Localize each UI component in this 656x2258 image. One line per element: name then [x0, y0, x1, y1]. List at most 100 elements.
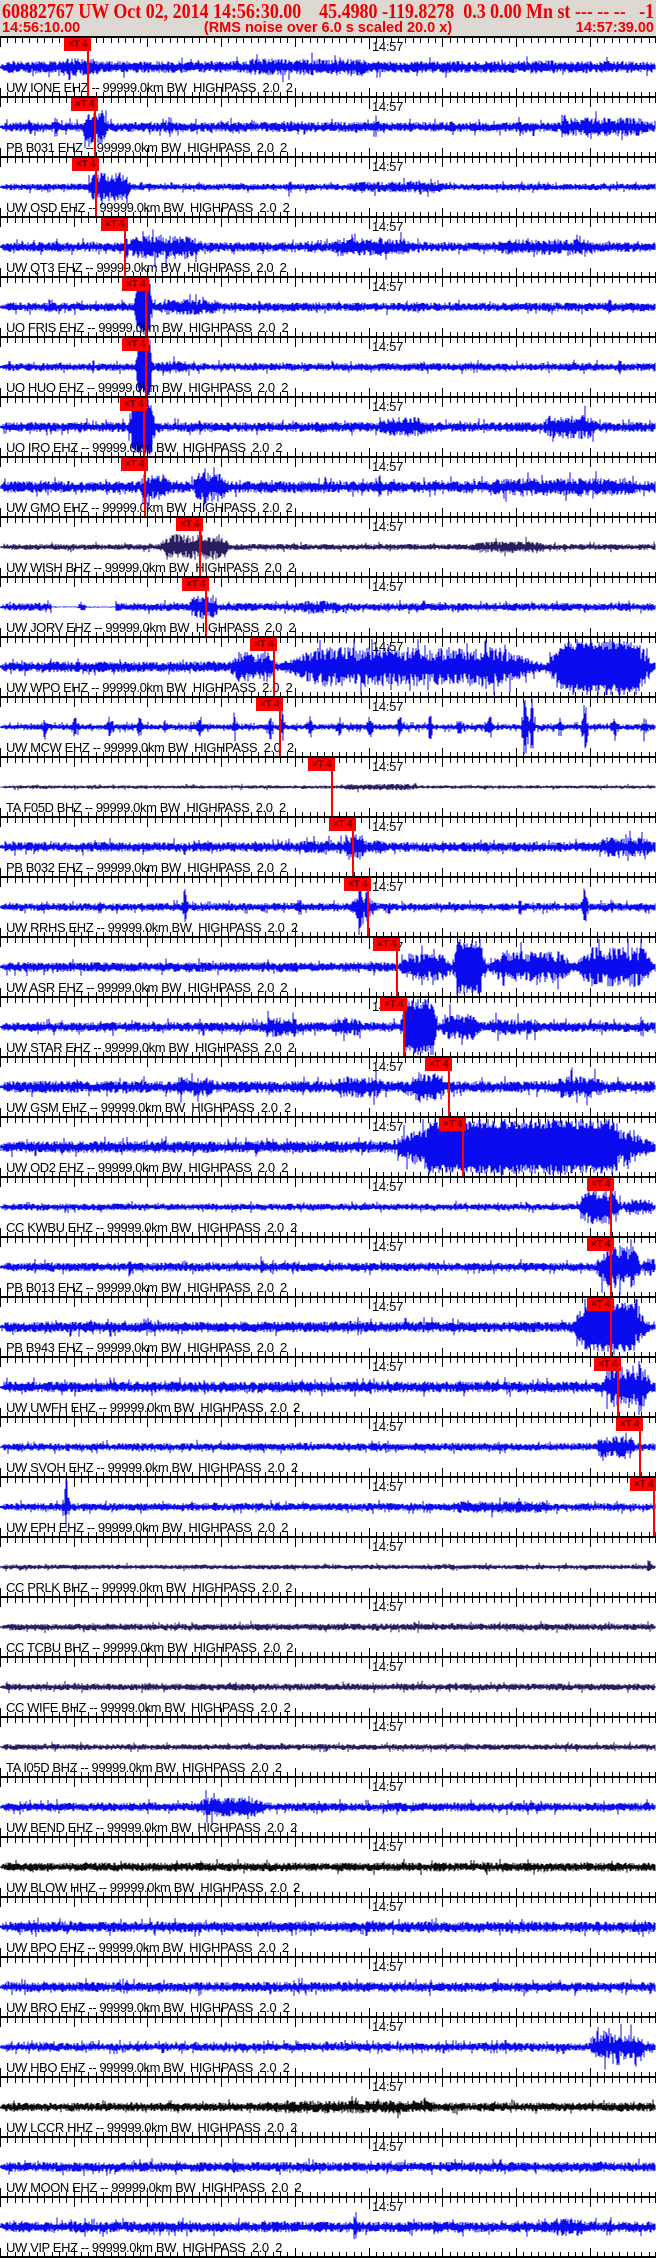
minute-tick-label: 14:57 — [372, 1719, 404, 1734]
trace-panel[interactable]: 14:57 UW RRHS EHZ -- 99999.0km BW HIGHPA… — [0, 876, 656, 936]
trace-panel[interactable]: 14:57 CC PRLK BHZ -- 99999.0km BW HIGHPA… — [0, 1536, 656, 1596]
trace-panel[interactable]: 14:57 UW UWFH EHZ -- 99999.0km BW HIGHPA… — [0, 1356, 656, 1416]
minute-tick-label: 14:57 — [372, 2199, 404, 2214]
station-label: UW RRHS EHZ -- 99999.0km BW HIGHPASS 2.0… — [6, 920, 298, 935]
minute-tick-label: 14:57 — [372, 459, 404, 474]
minute-tick-label: 14:57 — [372, 2019, 404, 2034]
station-label: UW JORV EHZ -- 99999.0km BW HIGHPASS 2.0… — [6, 620, 296, 635]
pick-flag[interactable]: ×T 4 — [256, 698, 283, 711]
pick-flag[interactable]: ×T 4 — [71, 98, 98, 111]
station-label: UW VIP EHZ -- 99999.0km BW HIGHPASS 2.0 … — [6, 2240, 282, 2255]
trace-panel[interactable]: 14:57 UO HUO EHZ -- 99999.0km BW HIGHPAS… — [0, 336, 656, 396]
trace-panel[interactable]: 14:57 UW WPO EHZ -- 99999.0km BW HIGHPAS… — [0, 636, 656, 696]
trace-panel[interactable]: 14:57 PB B031 EHZ -- 99999.0km BW HIGHPA… — [0, 96, 656, 156]
pick-flag[interactable]: ×T 4 — [439, 1118, 466, 1131]
trace-panel[interactable]: 14:57 TA I05D BHZ -- 99999.0km BW HIGHPA… — [0, 1716, 656, 1776]
station-label: UW BPO EHZ -- 99999.0km BW HIGHPASS 2.0 … — [6, 1940, 289, 1955]
pick-flag[interactable]: ×T 4 — [72, 158, 99, 171]
pick-flag[interactable]: ×T 4 — [64, 38, 91, 51]
trace-panel[interactable]: 14:57 UW OD2 EHZ -- 99999.0km BW HIGHPAS… — [0, 1116, 656, 1176]
pick-flag[interactable]: ×T 4 — [120, 398, 147, 411]
trace-panel[interactable]: 14:57 TA F05D BHZ -- 99999.0km BW HIGHPA… — [0, 756, 656, 816]
trace-panel[interactable]: 14:57 UW QT3 EHZ -- 99999.0km BW HIGHPAS… — [0, 216, 656, 276]
minute-tick-label: 14:57 — [372, 1599, 404, 1614]
trace-panel[interactable]: 14:57 UW LCCR HHZ -- 99999.0km BW HIGHPA… — [0, 2076, 656, 2136]
minute-tick-label: 14:57 — [372, 1479, 404, 1494]
pick-flag[interactable]: ×T 4 — [122, 278, 149, 291]
minute-tick-label: 14:57 — [372, 339, 404, 354]
pick-flag[interactable]: ×T 4 — [308, 758, 335, 771]
pick-flag[interactable]: ×T 4 — [344, 878, 371, 891]
station-label: UW QT3 EHZ -- 99999.0km BW HIGHPASS 2.0 … — [6, 260, 287, 275]
pick-flag[interactable]: ×T 4 — [587, 1238, 614, 1251]
station-label: UW GSM EHZ -- 99999.0km BW HIGHPASS 2.0 … — [6, 1100, 291, 1115]
trace-panel[interactable]: 14:57 UW MCW EHZ -- 99999.0km BW HIGHPAS… — [0, 696, 656, 756]
trace-panel[interactable]: 14:57 UW GSM EHZ -- 99999.0km BW HIGHPAS… — [0, 1056, 656, 1116]
minute-tick-label: 14:57 — [372, 519, 404, 534]
pick-flag[interactable]: ×T 4 — [630, 1478, 656, 1491]
trace-panel[interactable]: 14:57 UW STAR EHZ -- 99999.0km BW HIGHPA… — [0, 996, 656, 1056]
minute-tick-label: 14:57 — [372, 699, 404, 714]
pick-flag[interactable]: ×T 4 — [380, 998, 407, 1011]
pick-flag[interactable]: ×T 4 — [182, 578, 209, 591]
station-label: PB B032 EHZ -- 99999.0km BW HIGHPASS 2.0… — [6, 860, 287, 875]
station-label: UW BLOW HHZ -- 99999.0km BW HIGHPASS 2.0… — [6, 1880, 300, 1895]
pick-flag[interactable]: ×T 4 — [373, 938, 400, 951]
waveform-review-window: 60882767 UW Oct 02, 2014 14:56:30.00 45.… — [0, 0, 656, 2258]
trace-panel[interactable]: 14:57 CC WIFE BHZ -- 99999.0km BW HIGHPA… — [0, 1656, 656, 1716]
minute-tick-label: 14:57 — [372, 1959, 404, 1974]
minute-tick-label: 14:57 — [372, 1179, 404, 1194]
minute-tick-label: 14:57 — [372, 1659, 404, 1674]
pick-flag[interactable]: ×T 4 — [329, 818, 356, 831]
minute-tick-label: 14:57 — [372, 639, 404, 654]
trace-panel[interactable]: 14:57 UW EPH EHZ -- 99999.0km BW HIGHPAS… — [0, 1476, 656, 1536]
minute-tick-label: 14:57 — [372, 1539, 404, 1554]
trace-panel[interactable]: 14:57 UW BRO EHZ -- 99999.0km BW HIGHPAS… — [0, 1956, 656, 2016]
trace-panel[interactable]: 14:57 UW VIP EHZ -- 99999.0km BW HIGHPAS… — [0, 2196, 656, 2256]
minute-tick-label: 14:57 — [372, 1839, 404, 1854]
minute-tick-label: 14:57 — [372, 819, 404, 834]
station-label: UW STAR EHZ -- 99999.0km BW HIGHPASS 2.0… — [6, 1040, 295, 1055]
station-label: PB B013 EHZ -- 99999.0km BW HIGHPASS 2.0… — [6, 1280, 287, 1295]
trace-panel[interactable]: 14:57 CC KWBU EHZ -- 99999.0km BW HIGHPA… — [0, 1176, 656, 1236]
trace-panel[interactable]: 14:57 UW GMO EHZ -- 99999.0km BW HIGHPAS… — [0, 456, 656, 516]
pick-flag[interactable]: ×T 4 — [101, 218, 128, 231]
minute-tick-label: 14:57 — [372, 879, 404, 894]
minute-tick-label: 14:57 — [372, 1419, 404, 1434]
minute-tick-label: 14:57 — [372, 399, 404, 414]
pick-flag[interactable]: ×T 4 — [594, 1358, 621, 1371]
minute-tick-label: 14:57 — [372, 1359, 404, 1374]
trace-panel[interactable]: 14:57 UO FRIS EHZ -- 99999.0km BW HIGHPA… — [0, 276, 656, 336]
trace-panel[interactable]: 14:57 UW BLOW HHZ -- 99999.0km BW HIGHPA… — [0, 1836, 656, 1896]
trace-panel[interactable]: 14:57 UW ASR EHZ -- 99999.0km BW HIGHPAS… — [0, 936, 656, 996]
trace-panel[interactable]: 14:57 UW JORV EHZ -- 99999.0km BW HIGHPA… — [0, 576, 656, 636]
trace-panel[interactable]: 14:57 UW OSD EHZ -- 99999.0km BW HIGHPAS… — [0, 156, 656, 216]
station-label: UO FRIS EHZ -- 99999.0km BW HIGHPASS 2.0… — [6, 320, 289, 335]
trace-panel[interactable]: 14:57 UW SVOH EHZ -- 99999.0km BW HIGHPA… — [0, 1416, 656, 1476]
pick-flag[interactable]: ×T 4 — [616, 1418, 643, 1431]
trace-panel[interactable]: 14:57 UW IONE EHZ -- 99999.0km BW HIGHPA… — [0, 36, 656, 96]
trace-panel[interactable]: 14:57 CC TCBU BHZ -- 99999.0km BW HIGHPA… — [0, 1596, 656, 1656]
pick-flag[interactable]: ×T 4 — [121, 458, 148, 471]
trace-panel[interactable]: 14:57 UO IRO EHZ -- 99999.0km BW HIGHPAS… — [0, 396, 656, 456]
pick-flag[interactable]: ×T 4 — [587, 1298, 614, 1311]
pick-flag[interactable]: ×T 4 — [176, 518, 203, 531]
trace-list: 14:57 UW IONE EHZ -- 99999.0km BW HIGHPA… — [0, 0, 656, 2258]
trace-panel[interactable]: 14:57 UW BEND EHZ -- 99999.0km BW HIGHPA… — [0, 1776, 656, 1836]
pick-flag[interactable]: ×T 4 — [425, 1058, 452, 1071]
pick-flag[interactable]: ×T 4 — [587, 1178, 614, 1191]
station-label: UW IONE EHZ -- 99999.0km BW HIGHPASS 2.0… — [6, 80, 293, 95]
trace-panel[interactable]: 14:57 PB B032 EHZ -- 99999.0km BW HIGHPA… — [0, 816, 656, 876]
trace-panel[interactable]: 14:57 UW HBO EHZ -- 99999.0km BW HIGHPAS… — [0, 2016, 656, 2076]
trace-panel[interactable]: 14:57 PB B943 EHZ -- 99999.0km BW HIGHPA… — [0, 1296, 656, 1356]
station-label: UW BRO EHZ -- 99999.0km BW HIGHPASS 2.0 … — [6, 2000, 290, 2015]
pick-flag[interactable]: ×T 4 — [250, 638, 277, 651]
station-label: CC PRLK BHZ -- 99999.0km BW HIGHPASS 2.0… — [6, 1580, 292, 1595]
trace-panel[interactable]: 14:57 UW MOON EHZ -- 99999.0km BW HIGHPA… — [0, 2136, 656, 2196]
minute-tick-label: 14:57 — [372, 1239, 404, 1254]
pick-flag[interactable]: ×T 4 — [122, 338, 149, 351]
trace-panel[interactable]: 14:57 PB B013 EHZ -- 99999.0km BW HIGHPA… — [0, 1236, 656, 1296]
trace-panel[interactable]: 14:57 UW BPO EHZ -- 99999.0km BW HIGHPAS… — [0, 1896, 656, 1956]
station-label: UW MOON EHZ -- 99999.0km BW HIGHPASS 2.0… — [6, 2180, 302, 2195]
trace-panel[interactable]: 14:57 UW WISH BHZ -- 99999.0km BW HIGHPA… — [0, 516, 656, 576]
